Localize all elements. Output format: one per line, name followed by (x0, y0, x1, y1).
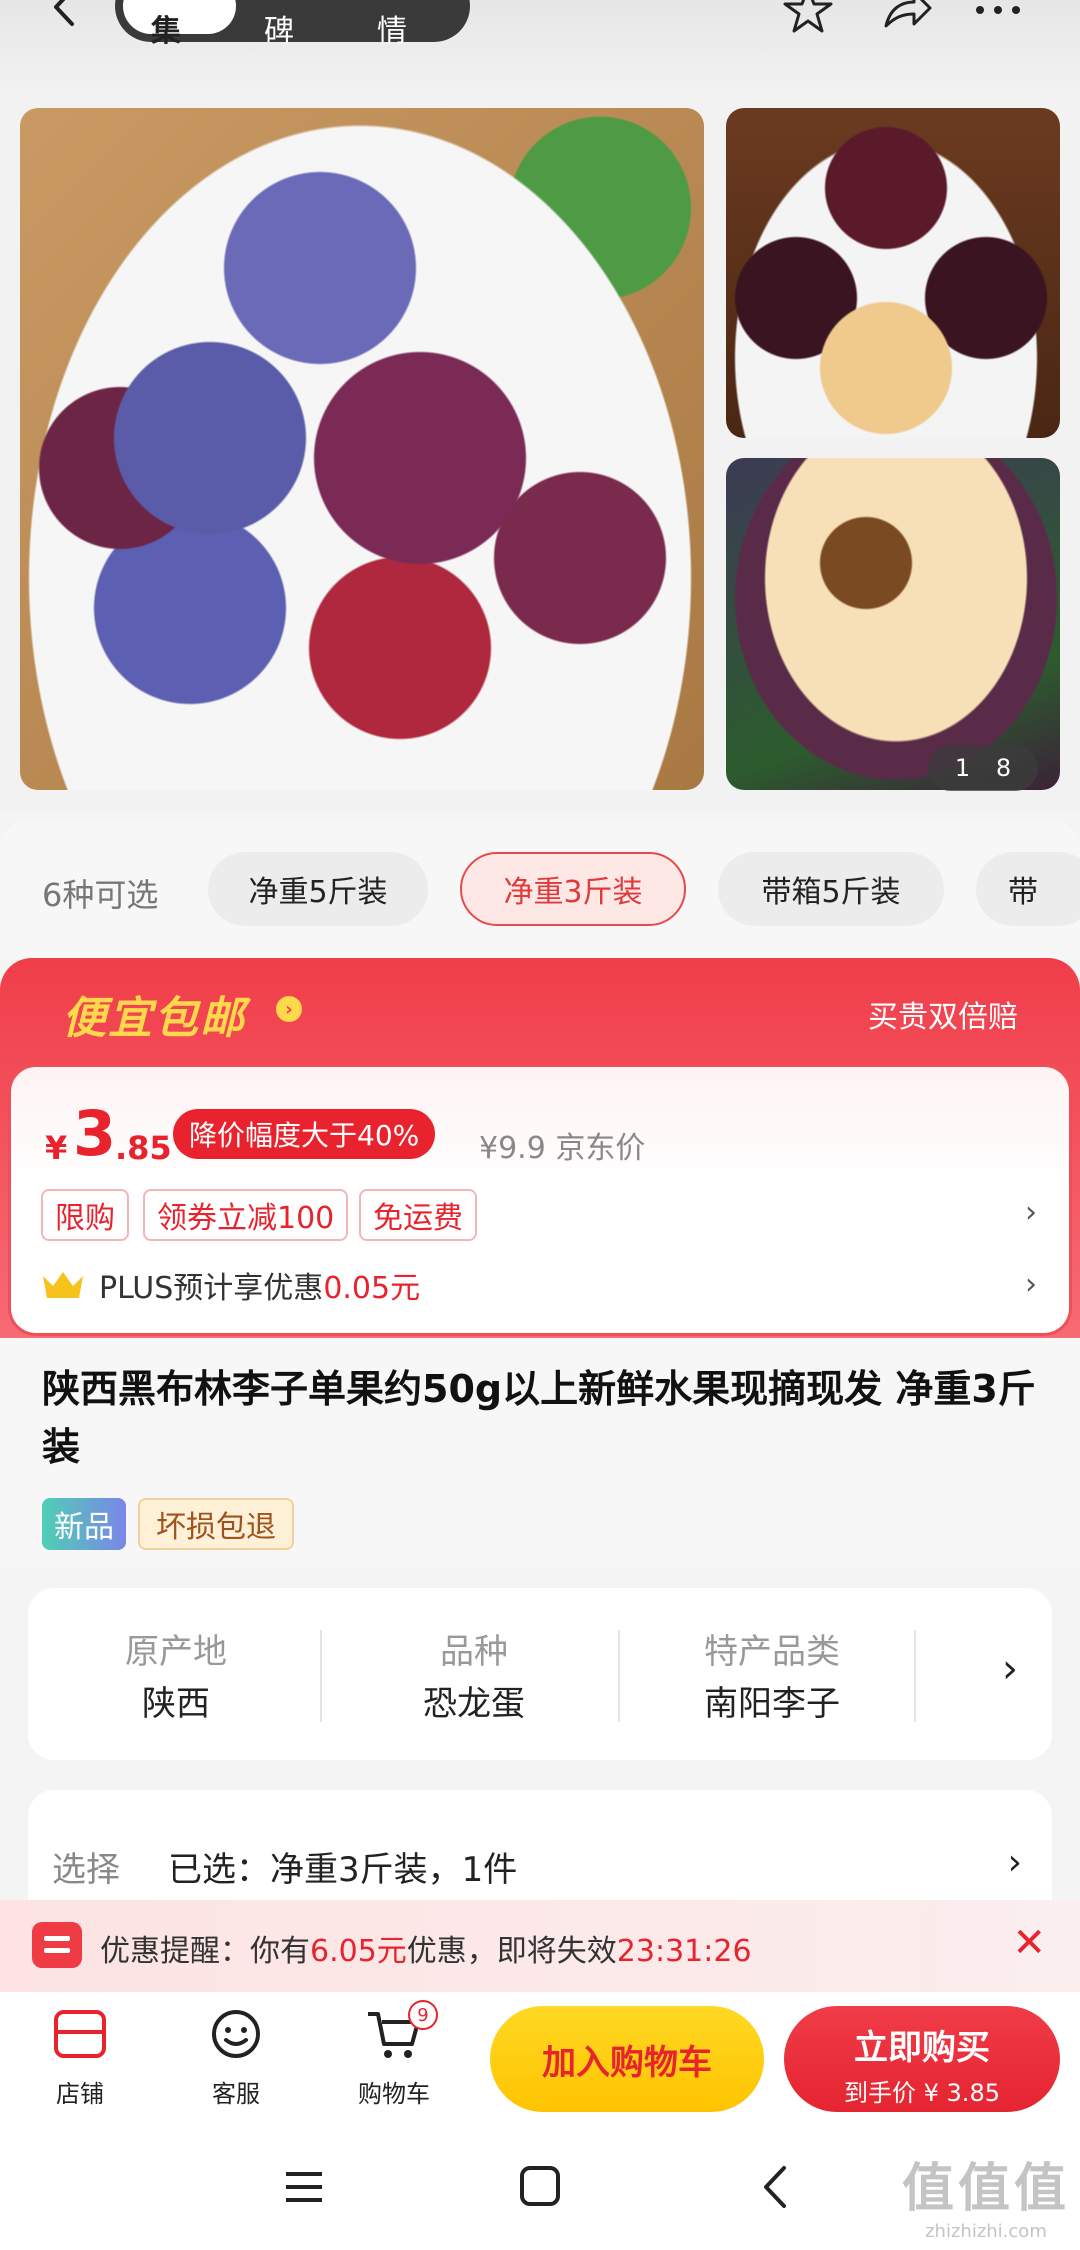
service-button[interactable]: 客服 (176, 2006, 296, 2109)
attr-label: 品种 (440, 1632, 508, 1672)
product-title-section: 陕西黑布林李子单果约50g以上新鲜水果现摘现发 净重3斤装 新品 坏损包退 (0, 1338, 1080, 1568)
system-nav-bar: 值值值 zhizhizhi.com (0, 2122, 1080, 2250)
top-bar: 图集 口碑 详情 (0, 0, 1080, 90)
header-tabs: 图集 口碑 详情 (115, 0, 470, 49)
badge-damage-refund[interactable]: 坏损包退 (138, 1498, 294, 1550)
image-counter: 1 8 (928, 745, 1038, 791)
promo-arrow-icon[interactable]: › (276, 996, 302, 1022)
divider (914, 1630, 916, 1722)
chevron-right-icon[interactable]: › (1025, 1195, 1037, 1230)
coupon-reminder-bar[interactable]: 优惠提醒：你有6.05元优惠，即将失效23:31:26 ✕ (0, 1900, 1080, 1992)
badge-new: 新品 (42, 1498, 126, 1550)
plus-prefix: PLUS预计享优惠 (99, 1271, 324, 1306)
option-chip-selected[interactable]: 净重3斤装 (460, 852, 686, 926)
watermark-logo: 值值值 (901, 2159, 1070, 2219)
spec-options: 6种可选 净重5斤装 净重3斤装 带箱5斤装 带 (0, 820, 1080, 960)
store-button[interactable]: 店铺 (20, 2006, 140, 2109)
plus-amount: 0.05元 (323, 1271, 421, 1306)
product-title: 陕西黑布林李子单果约50g以上新鲜水果现摘现发 净重3斤装 (42, 1367, 1036, 1469)
reminder-amount: 6.05元 (310, 1934, 407, 1969)
reminder-middle: 优惠，即将失效 (406, 1934, 617, 1969)
promo-title[interactable]: 便宜包邮 (62, 982, 246, 1046)
tab-reviews[interactable]: 口碑 (236, 0, 349, 49)
store-label: 店铺 (56, 2080, 104, 2108)
chevron-right-icon[interactable]: › (1002, 1646, 1018, 1692)
double-refund-text[interactable]: 买贵双倍赔 (868, 992, 1018, 1036)
side-product-image-1[interactable] (726, 108, 1060, 438)
divider (320, 1630, 322, 1722)
selection-value: 已选：净重3斤装，1件 (168, 1850, 518, 1890)
promo-banner: 便宜包邮 › 买贵双倍赔 ¥ 3 .85 降价幅度大于40% ¥9.9 京东价 … (0, 958, 1080, 1338)
attr-category: 特产品类 南阳李子 (624, 1588, 920, 1760)
bottom-action-bar: 店铺 客服 9 购物车 加入购物车 立即购买 到手价 ¥ 3.85 (0, 1992, 1080, 2122)
option-chip[interactable]: 带 (976, 852, 1080, 926)
add-to-cart-button[interactable]: 加入购物车 (490, 2006, 764, 2112)
currency-symbol: ¥ (45, 1129, 68, 1167)
divider (618, 1630, 620, 1722)
price-decimal: .85 (115, 1129, 172, 1167)
reminder-prefix: 优惠提醒：你有 (100, 1934, 310, 1969)
coupon-icon (32, 1922, 82, 1968)
main-product-image[interactable] (20, 108, 704, 790)
product-attributes[interactable]: 原产地 陕西 品种 恐龙蛋 特产品类 南阳李子 › (28, 1588, 1052, 1760)
attr-value: 恐龙蛋 (423, 1684, 525, 1724)
buy-now-button[interactable]: 立即购买 到手价 ¥ 3.85 (784, 2006, 1060, 2112)
cart-button[interactable]: 9 购物车 (334, 2000, 454, 2109)
recent-apps-icon[interactable] (276, 2162, 332, 2212)
more-icon[interactable] (970, 0, 1026, 38)
cart-label: 购物车 (358, 2080, 430, 2108)
crown-icon (43, 1272, 83, 1298)
attr-value: 南阳李子 (704, 1684, 840, 1724)
customer-service-icon (212, 2010, 260, 2058)
cart-count-badge: 9 (408, 2000, 438, 2030)
product-gallery (0, 90, 1080, 810)
service-label: 客服 (212, 2080, 260, 2108)
discount-badge: 降价幅度大于40% (173, 1109, 436, 1159)
home-icon[interactable] (512, 2162, 568, 2212)
attr-origin: 原产地 陕西 (28, 1588, 324, 1760)
tag-coupon[interactable]: 领券立减100 (143, 1189, 349, 1241)
share-icon[interactable] (878, 0, 934, 38)
tab-details[interactable]: 详情 (349, 0, 462, 49)
watermark: 值值值 zhizhizhi.com (902, 2146, 1070, 2242)
tab-gallery[interactable]: 图集 (123, 0, 236, 49)
plus-discount-row[interactable]: PLUS预计享优惠 0.05元 (41, 1263, 420, 1307)
reminder-countdown: 23:31:26 (616, 1934, 752, 1969)
side-product-image-2[interactable] (726, 458, 1060, 790)
watermark-url: zhizhizhi.com (925, 2221, 1047, 2242)
chevron-right-icon[interactable]: › (1008, 1842, 1022, 1883)
attr-variety: 品种 恐龙蛋 (326, 1588, 622, 1760)
close-icon[interactable]: ✕ (1012, 1920, 1046, 1966)
options-count: 6种可选 (42, 876, 159, 914)
back-icon[interactable] (40, 0, 90, 32)
attr-label: 特产品类 (704, 1632, 840, 1672)
tag-free-shipping[interactable]: 免运费 (359, 1189, 477, 1241)
selection-row[interactable]: 选择 已选：净重3斤装，1件 › (28, 1790, 1052, 1910)
jd-price: ¥9.9 京东价 (479, 1131, 646, 1166)
option-chip[interactable]: 净重5斤装 (208, 852, 428, 926)
buy-now-price: 到手价 ¥ 3.85 (844, 2079, 1000, 2107)
attr-label: 原产地 (125, 1632, 227, 1672)
store-icon (54, 2010, 106, 2058)
selection-label: 选择 (52, 1850, 120, 1890)
price-integer: 3 (73, 1097, 117, 1170)
option-chip[interactable]: 带箱5斤装 (718, 852, 944, 926)
reminder-text: 优惠提醒：你有6.05元优惠，即将失效23:31:26 (100, 1926, 752, 1970)
buy-now-label: 立即购买 (854, 2028, 990, 2068)
back-nav-icon[interactable] (748, 2162, 804, 2212)
image-total: 8 (995, 754, 1012, 782)
star-icon[interactable] (780, 0, 836, 38)
attr-value: 陕西 (142, 1684, 210, 1724)
price-card: ¥ 3 .85 降价幅度大于40% ¥9.9 京东价 限购 领券立减100 免运… (8, 1064, 1072, 1336)
image-current: 1 (954, 754, 971, 782)
tag-limited[interactable]: 限购 (41, 1189, 129, 1241)
chevron-right-icon[interactable]: › (1025, 1267, 1037, 1302)
